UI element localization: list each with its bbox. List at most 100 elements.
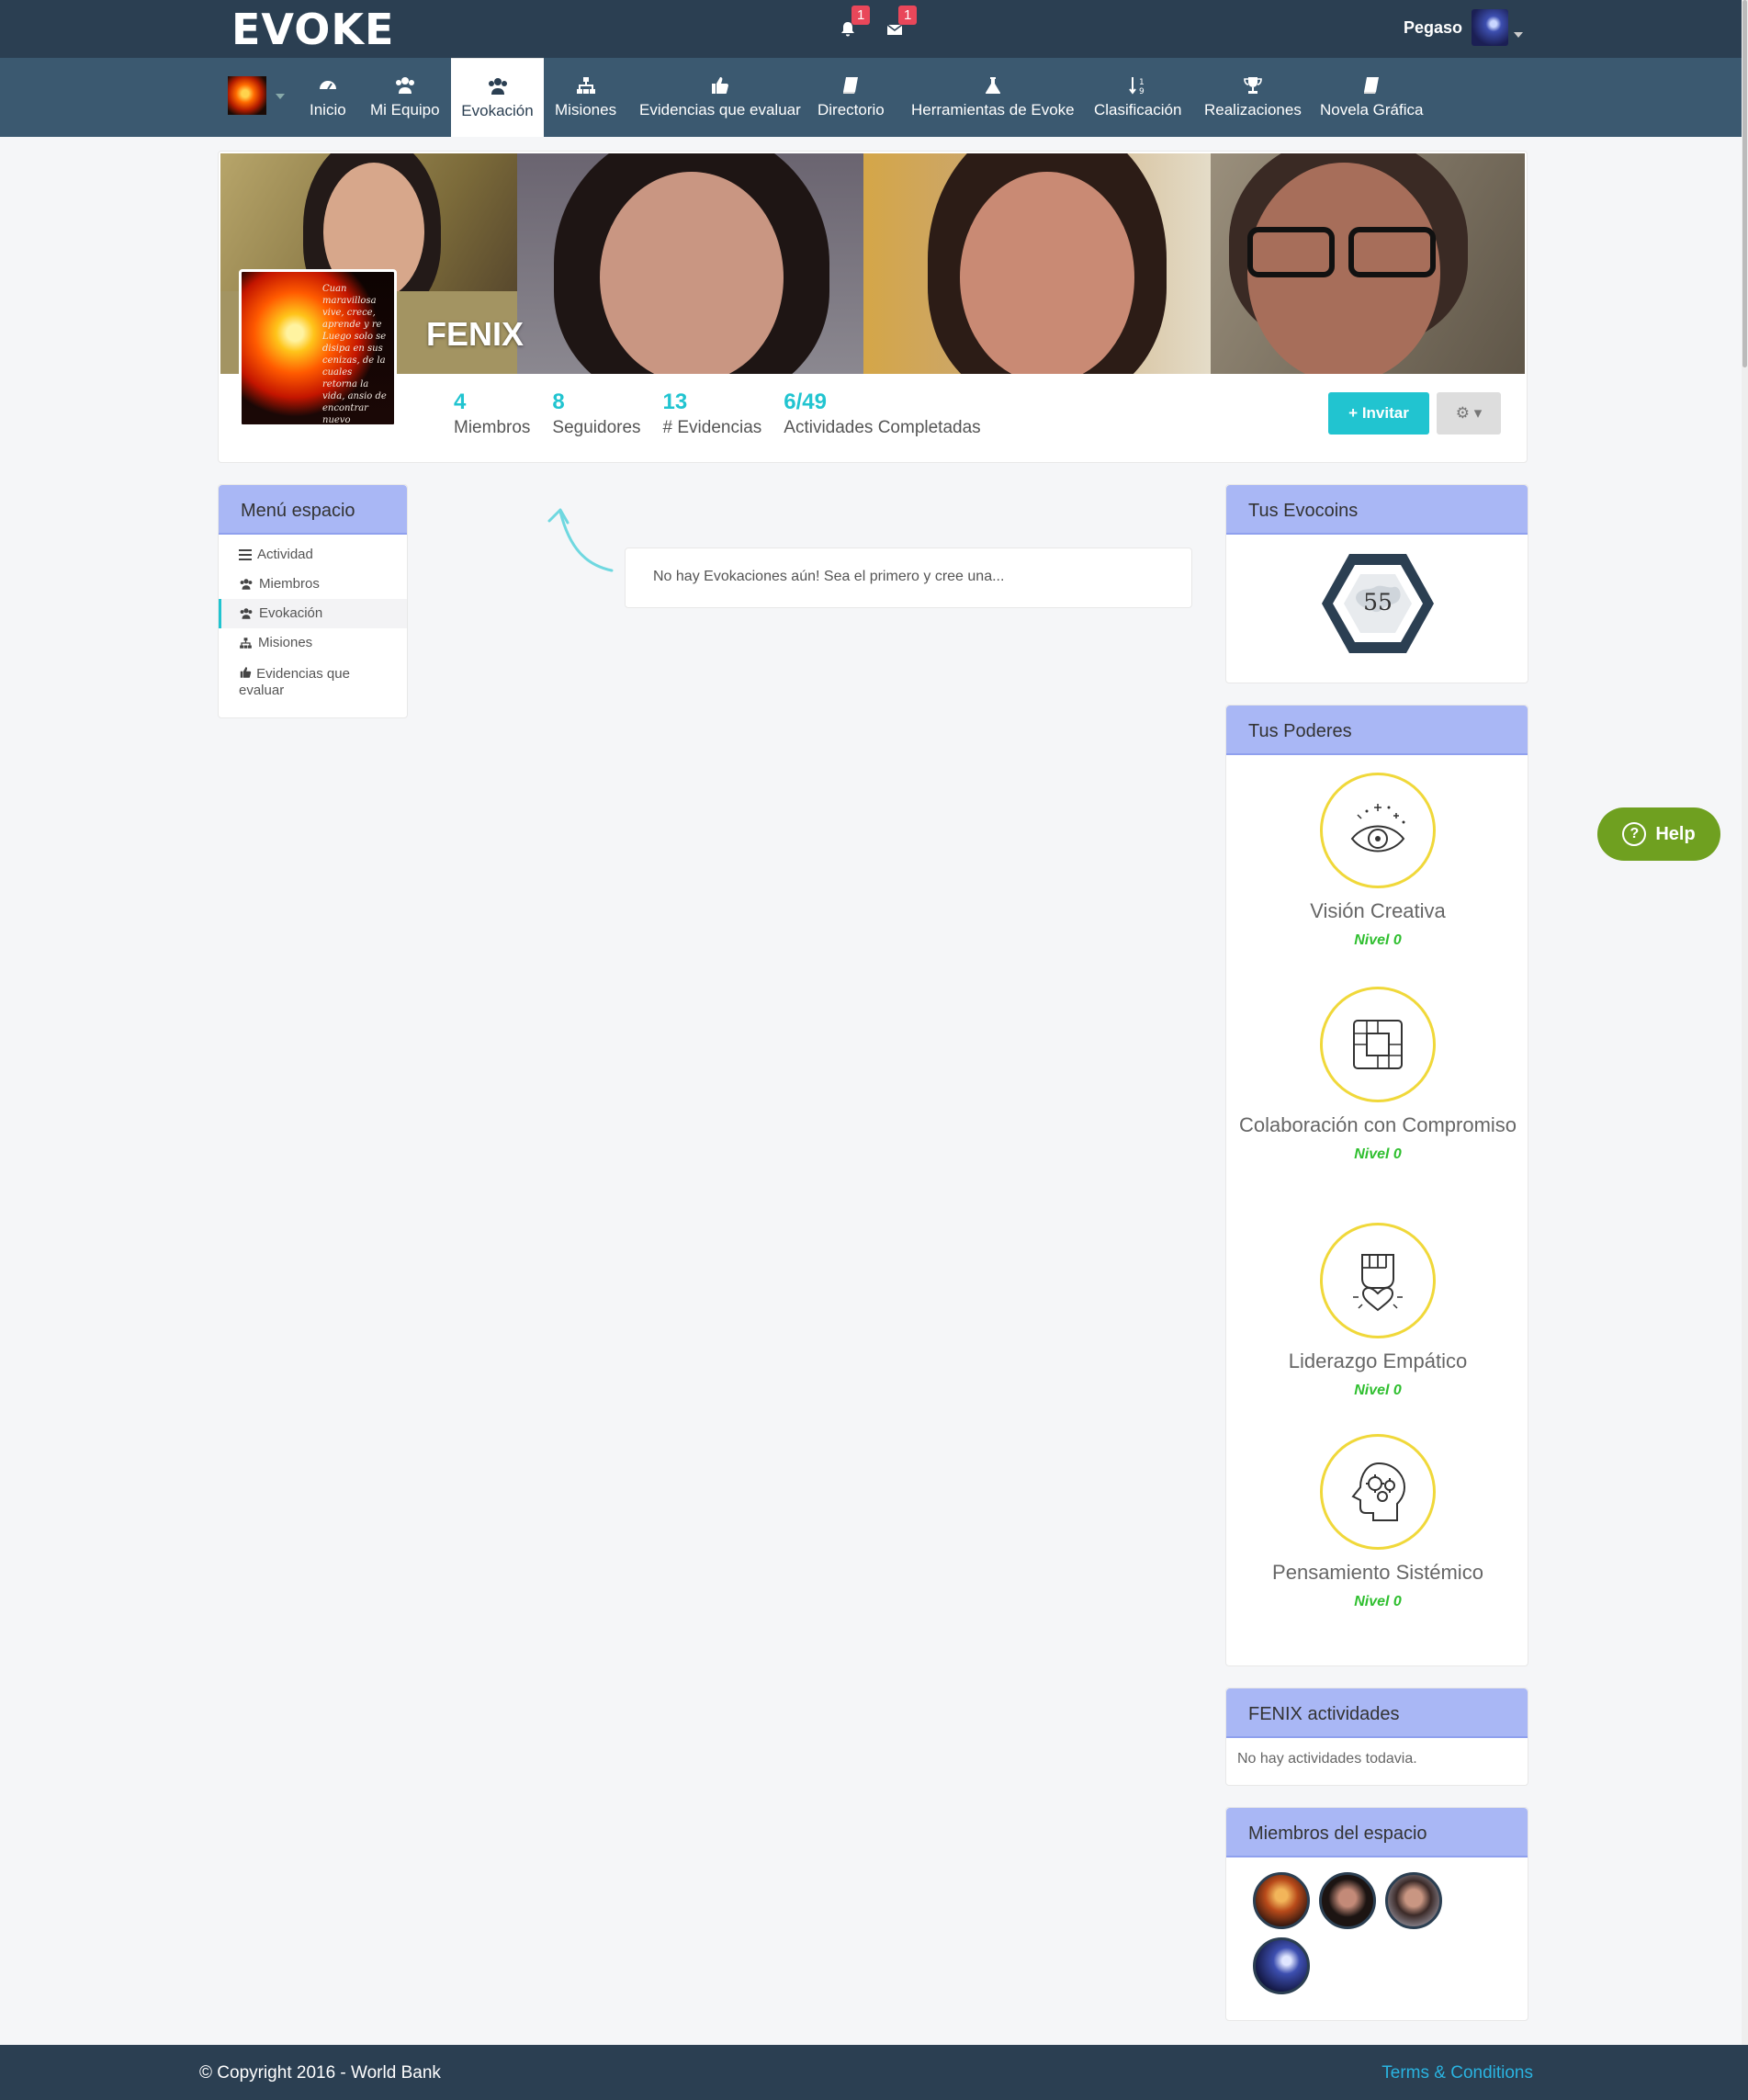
space-header: Cuan maravillosa vive, crece, aprende y … (218, 151, 1528, 463)
hands-icon (1353, 1020, 1403, 1069)
chevron-down-icon[interactable] (276, 94, 285, 99)
power-badge (1320, 773, 1436, 888)
member-avatar[interactable] (1253, 1937, 1310, 1994)
menu-item-label: Miembros (259, 576, 320, 592)
stat-value: 4 (454, 390, 467, 414)
nav-inicio[interactable]: Inicio (300, 58, 355, 137)
invite-label: Invitar (1361, 404, 1409, 422)
invite-button[interactable]: + Invitar (1328, 392, 1429, 435)
sitemap-icon (240, 638, 252, 649)
notifications-count-badge: 1 (851, 6, 871, 25)
space-settings-button[interactable]: ⚙ ▾ (1437, 392, 1501, 435)
evokaciones-empty-card: No hay Evokaciones aún! Sea el primero y… (625, 548, 1192, 608)
activities-empty-text: No hay actividades todavia. (1237, 1751, 1417, 1767)
power-level: Nivel 0 (1354, 932, 1402, 948)
brain-gears-icon (1351, 1462, 1406, 1521)
evocoins-value: 55 (1363, 589, 1393, 615)
notifications-button[interactable]: 1 (839, 6, 871, 44)
dashboard-icon (319, 81, 336, 90)
users-icon (395, 77, 414, 94)
eye-icon (1350, 804, 1405, 852)
space-menu-title: Menú espacio (219, 485, 407, 535)
stat-value: 13 (662, 390, 688, 414)
evocoins-title: Tus Evocoins (1226, 485, 1528, 535)
messages-button[interactable]: 1 (885, 6, 918, 44)
evocoins-panel: Tus Evocoins 55 (1225, 484, 1528, 683)
nav-label: Evokación (461, 101, 534, 119)
space-switcher-avatar[interactable] (228, 76, 266, 115)
nav-evokacion[interactable]: Evokación (451, 58, 544, 137)
menu-item-actividad[interactable]: Actividad (219, 540, 407, 570)
list-icon (239, 549, 252, 560)
user-menu[interactable]: Pegaso (1404, 9, 1523, 46)
sort-numeric-icon: 19 (1128, 77, 1145, 96)
power-name: Visión Creativa (1310, 899, 1446, 922)
nav-realizaciones[interactable]: Realizaciones (1195, 58, 1311, 137)
power-vision-creativa[interactable]: Visión Creativa Nivel 0 (1226, 773, 1529, 949)
space-menu: Menú espacio Actividad Miembros Evokació… (218, 484, 408, 718)
menu-item-miembros[interactable]: Miembros (219, 570, 407, 599)
nav-herramientas[interactable]: Herramientas de Evoke (902, 58, 1084, 137)
pointer-arrow-icon (547, 508, 614, 572)
stat-actividades[interactable]: 6/49 Actividades Completadas (784, 389, 980, 440)
nav-label: Misiones (555, 101, 617, 119)
space-name: FENIX (426, 315, 524, 353)
power-pensamiento[interactable]: Pensamiento Sistémico Nivel 0 (1226, 1434, 1529, 1610)
help-button[interactable]: ? Help (1597, 807, 1720, 861)
power-badge (1320, 1223, 1436, 1338)
nav-evidencias[interactable]: Evidencias que evaluar (630, 58, 810, 137)
space-banner-image (220, 153, 1525, 374)
space-activities-panel: FENIX actividades No hay actividades tod… (1225, 1688, 1528, 1786)
stat-label: Miembros (454, 418, 531, 437)
stat-label: Seguidores (552, 418, 641, 437)
stat-miembros[interactable]: 4 Miembros (454, 389, 530, 440)
member-avatar[interactable] (1385, 1872, 1442, 1929)
menu-item-evidencias[interactable]: Evidencias que evaluar (219, 658, 407, 706)
messages-count-badge: 1 (898, 6, 918, 25)
book-icon (1364, 77, 1380, 94)
member-avatar[interactable] (1319, 1872, 1376, 1929)
nav-misiones[interactable]: Misiones (546, 58, 626, 137)
trophy-icon (1244, 77, 1262, 94)
thumbs-up-icon (711, 77, 728, 94)
user-name: Pegaso (1403, 17, 1462, 37)
power-colaboracion[interactable]: Colaboración con Compromiso Nivel 0 (1226, 987, 1529, 1163)
users-icon (240, 608, 253, 619)
users-icon (488, 77, 507, 95)
nav-novela-grafica[interactable]: Novela Gráfica (1311, 58, 1432, 137)
stat-evidencias[interactable]: 13 # Evidencias (663, 389, 762, 440)
space-members-panel: Miembros del espacio (1225, 1807, 1528, 2021)
users-icon (240, 579, 253, 590)
power-badge (1320, 1434, 1436, 1550)
powers-title: Tus Poderes (1226, 706, 1528, 755)
power-level: Nivel 0 (1354, 1383, 1402, 1398)
stat-value: 8 (552, 390, 565, 414)
nav-label: Clasificación (1094, 101, 1182, 119)
nav-directorio[interactable]: Directorio (808, 58, 894, 137)
menu-item-misiones[interactable]: Misiones (219, 628, 407, 658)
menu-item-evokacion[interactable]: Evokación (219, 599, 407, 628)
powers-panel: Tus Poderes Visión Creativa Nivel 0 Cola… (1225, 705, 1528, 1666)
terms-link[interactable]: Terms & Conditions (1381, 2063, 1533, 2083)
nav-label: Realizaciones (1204, 101, 1302, 119)
page-scrollbar[interactable] (1742, 0, 1748, 2045)
book-icon (843, 77, 859, 94)
power-liderazgo[interactable]: Liderazgo Empático Nivel 0 (1226, 1223, 1529, 1399)
help-label: Help (1655, 823, 1696, 844)
thumbs-up-icon (240, 667, 252, 678)
evoke-logo[interactable]: EVOKE (231, 6, 394, 53)
scrollbar-thumb[interactable] (1742, 0, 1747, 367)
nav-label: Herramientas de Evoke (911, 101, 1075, 119)
nav-clasificacion[interactable]: 19 Clasificación (1085, 58, 1190, 137)
power-name: Liderazgo Empático (1288, 1349, 1468, 1372)
stat-seguidores[interactable]: 8 Seguidores (552, 389, 640, 440)
space-stats: 4 Miembros 8 Seguidores 13 # Evidencias … (454, 389, 981, 440)
svg-text:9: 9 (1139, 87, 1145, 96)
space-activities-title: FENIX actividades (1226, 1688, 1528, 1738)
nav-mi-equipo[interactable]: Mi Equipo (361, 58, 449, 137)
nav-label: Novela Gráfica (1320, 101, 1424, 119)
sitemap-icon (576, 77, 595, 94)
member-avatar[interactable] (1253, 1872, 1310, 1929)
menu-item-label: Evokación (259, 605, 323, 621)
user-avatar (1472, 9, 1508, 46)
